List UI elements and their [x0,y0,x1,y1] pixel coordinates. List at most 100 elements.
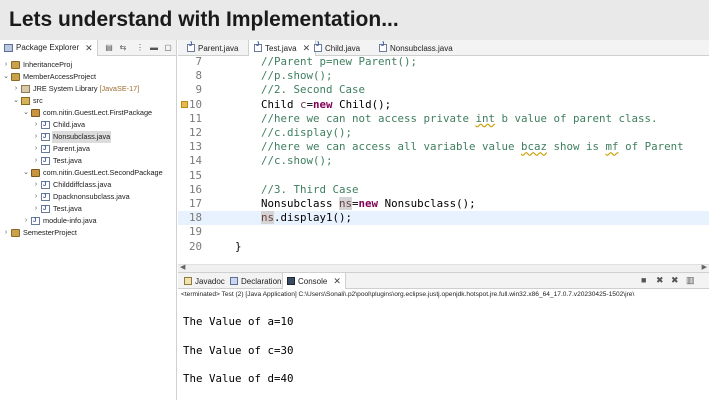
tree-item[interactable]: › Child.java [0,119,177,131]
java-file-icon [41,119,50,131]
chevron-down-icon[interactable]: ⌄ [23,107,29,119]
tree-item[interactable]: › Parent.java [0,143,177,155]
tab-child[interactable]: Child.java [309,40,365,56]
code-line[interactable]: 16 //3. Third Case [178,183,709,197]
tree-item[interactable]: ⌄ com.nitin.GuestLect.FirstPackage [0,107,177,119]
tab-javadoc[interactable]: Javadoc [180,273,229,289]
chevron-right-icon[interactable]: › [23,215,29,227]
code-line[interactable]: 7 //Parent p=new Parent(); [178,56,709,69]
code-line[interactable]: 10 Child c=new Child(); [178,98,709,112]
console-tabbar: ■ ✖ ✖ ▥ Javadoc Declaration Console ✕ [178,273,709,289]
chevron-right-icon[interactable]: › [3,227,9,239]
tree-item[interactable]: ⌄ com.nitin.GuestLect.SecondPackage [0,167,177,179]
tree-item[interactable]: ⌄ MemberAccessProject [0,71,177,83]
code-token: show is [547,140,606,154]
chevron-right-icon[interactable]: › [33,143,39,155]
tree-item[interactable]: › InheritanceProj [0,59,177,71]
remove-all-terminated-icon[interactable]: ✖ [671,276,679,285]
code-token: b value of parent class. [495,111,658,125]
tree-item-label: com.nitin.GuestLect.SecondPackage [42,167,164,179]
code-line[interactable]: 15 [178,169,709,183]
console-panel: ■ ✖ ✖ ▥ Javadoc Declaration Console ✕ <term… [178,272,709,400]
tree-item-text: Childdiffclass.java [53,180,112,189]
code-line[interactable]: 19 [178,225,709,239]
line-number: 12 [188,126,202,139]
line-number: 17 [188,197,202,210]
remove-launch-icon[interactable]: ✖ [656,276,664,285]
code-token: Child(); [332,97,392,111]
chevron-down-icon[interactable]: ⌄ [23,167,29,179]
chevron-down-icon[interactable]: ⌄ [3,71,9,83]
code-line[interactable]: 11 //here we can not access private int b… [178,112,709,126]
code-line[interactable]: 13 //here we can access all variable valu… [178,140,709,154]
horizontal-scrollbar[interactable]: ◀ ▶ [178,264,709,272]
clear-console-icon[interactable]: ▥ [686,276,695,285]
warning-marker-icon[interactable] [181,100,188,108]
code-line[interactable]: 12 //c.display(); [178,126,709,140]
close-icon[interactable]: ✕ [85,40,93,56]
line-number: 9 [195,83,202,97]
code-line[interactable]: 9 //2. Second Case [178,83,709,97]
tab-label: Declaration [241,276,282,286]
code-line[interactable]: 17 Nonsubclass ns=new Nonsubclass(); [178,197,709,211]
line-number: 15 [188,168,202,182]
code-token: } [235,239,242,253]
line-number: 16 [188,182,202,196]
code-line[interactable]: 20} [178,240,709,254]
collapse-all-icon[interactable]: ▤ [105,44,113,52]
chevron-right-icon[interactable]: › [33,119,39,131]
chevron-right-icon[interactable]: › [33,203,39,215]
javadoc-icon [184,277,192,285]
code-line[interactable]: 18 ns.display1(); [178,211,709,226]
tree-item[interactable]: ⌄ src [0,95,177,107]
chevron-right-icon[interactable]: › [13,83,19,95]
line-number: 19 [188,225,202,239]
tree-item[interactable]: › JRE System Library [JavaSE-17] [0,83,177,95]
tree-item-text: SemesterProject [23,228,77,237]
line-number: 11 [188,111,202,125]
tree-item[interactable]: › Childdiffclass.java [0,179,177,191]
code-editor[interactable]: 20} 19 18 ns.display1(); 17 Nonsubclass ns=ne… [178,56,709,272]
chevron-down-icon[interactable]: ⌄ [13,95,19,107]
code-text: } [235,240,242,254]
tree-item[interactable]: › Test.java [0,203,177,215]
chevron-right-icon[interactable]: › [33,155,39,167]
declaration-icon [230,277,238,285]
close-icon[interactable]: ✕ [333,276,341,287]
chevron-right-icon[interactable]: › [33,179,39,191]
code-token: ns [261,211,275,225]
tab-declaration[interactable]: Declaration [226,273,285,289]
code-line[interactable]: 8 //p.show(); [178,69,709,83]
editor-tabbar: Parent.java Test.java✕ Child.java Nonsubcla… [178,40,709,56]
tree-item[interactable]: › Dpacknonsubclass.java [0,191,177,203]
chevron-right-icon[interactable]: › [3,59,9,71]
scroll-right-icon[interactable]: ▶ [702,263,707,271]
tree-item[interactable]: › module-info.java [0,215,177,227]
view-menu-icon[interactable]: ⋮ [136,44,144,52]
tree-item[interactable]: › Nonsubclass.java [0,131,177,143]
scroll-left-icon[interactable]: ◀ [180,263,185,271]
tab-label: Child.java [325,43,361,53]
tab-label: Test.java [265,43,297,53]
tab-console[interactable]: Console ✕ [282,273,346,289]
link-with-editor-icon[interactable]: ⇆ [119,44,127,52]
tab-nonsubclass[interactable]: Nonsubclass.java [374,40,458,56]
tab-parent[interactable]: Parent.java [182,40,243,56]
chevron-right-icon[interactable]: › [33,191,39,203]
code-token: //2. Second Case [261,83,366,97]
code-token: Child [261,97,301,111]
tree-item-text: com.nitin.GuestLect.SecondPackage [43,168,163,177]
code-line[interactable]: 14 //c.show(); [178,154,709,168]
terminate-icon[interactable]: ■ [641,276,646,285]
chevron-right-icon[interactable]: › [33,131,39,143]
tab-package-explorer[interactable]: Package Explorer ✕ [0,40,98,56]
tree-item-suffix: [JavaSE-17] [97,84,140,93]
tree-item[interactable]: › Test.java [0,155,177,167]
source-folder-icon [21,97,30,105]
tree-item[interactable]: › SemesterProject [0,227,177,239]
minimize-icon[interactable]: ▬ [150,44,158,52]
tree-item-label: InheritanceProj [22,59,73,71]
maximize-icon[interactable]: ▢ [164,44,172,52]
code-token: of Parent [618,140,684,154]
tab-test[interactable]: Test.java✕ [248,40,317,56]
